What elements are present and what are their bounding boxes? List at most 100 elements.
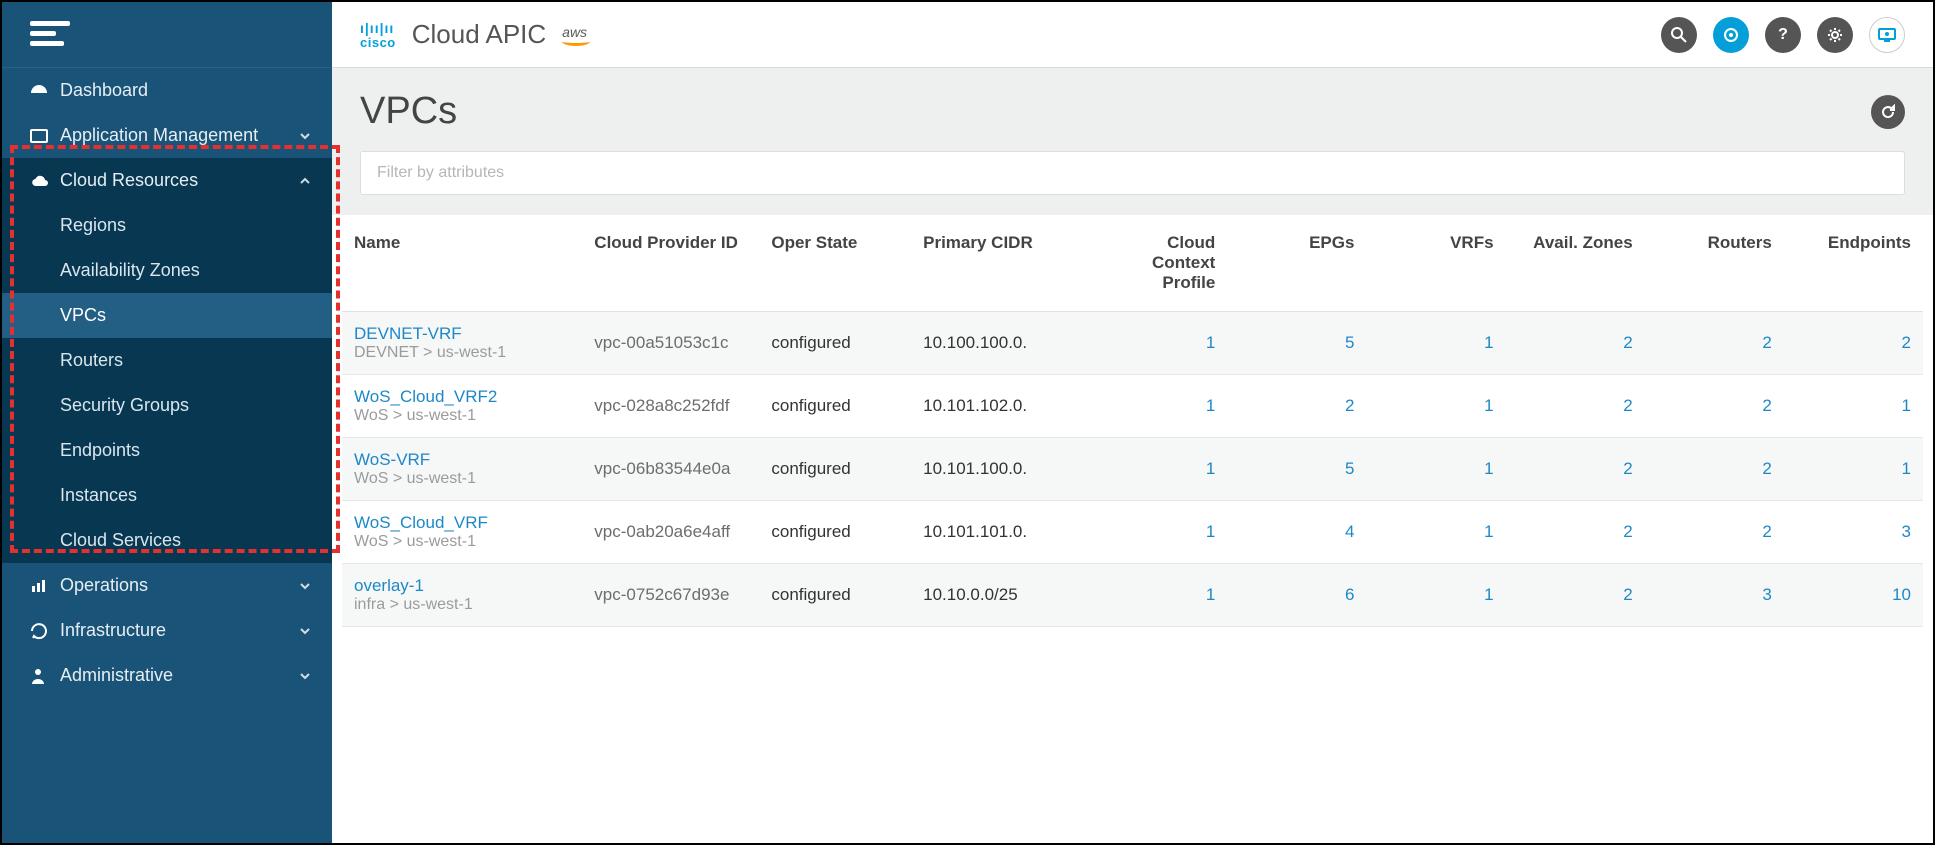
- table-row[interactable]: WoS-VRFWoS > us-west-1vpc-06b83544e0acon…: [342, 438, 1923, 501]
- col-provider-id[interactable]: Cloud Provider ID: [582, 215, 759, 312]
- sidebar-sub-regions[interactable]: Regions: [2, 203, 332, 248]
- sidebar-item-application-management[interactable]: Application Management: [2, 113, 332, 158]
- sidebar-item-label: Cloud Services: [60, 530, 181, 551]
- cell-cloud-ctx[interactable]: 1: [1088, 438, 1227, 501]
- cell-endpoints[interactable]: 3: [1784, 501, 1923, 564]
- cell-zones[interactable]: 2: [1506, 501, 1645, 564]
- cell-oper-state: configured: [759, 438, 911, 501]
- cell-zones[interactable]: 2: [1506, 438, 1645, 501]
- col-oper-state[interactable]: Oper State: [759, 215, 911, 312]
- vpc-name-link[interactable]: DEVNET-VRF: [354, 324, 570, 344]
- cell-epgs[interactable]: 4: [1227, 501, 1366, 564]
- sidebar-sub-instances[interactable]: Instances: [2, 473, 332, 518]
- cell-epgs[interactable]: 2: [1227, 375, 1366, 438]
- cell-zones[interactable]: 2: [1506, 564, 1645, 627]
- aws-tag: aws: [562, 24, 587, 46]
- app-icon: [30, 129, 60, 143]
- sidebar-sub-vpcs[interactable]: VPCs: [2, 293, 332, 338]
- cell-zones[interactable]: 2: [1506, 312, 1645, 375]
- sidebar-sub-security-groups[interactable]: Security Groups: [2, 383, 332, 428]
- col-epgs[interactable]: EPGs: [1227, 215, 1366, 312]
- search-button[interactable]: [1661, 17, 1697, 53]
- cell-oper-state: configured: [759, 312, 911, 375]
- cell-oper-state: configured: [759, 375, 911, 438]
- cell-vrfs[interactable]: 1: [1366, 501, 1505, 564]
- col-cloud-context-profile[interactable]: Cloud Context Profile: [1088, 215, 1227, 312]
- cell-cloud-ctx[interactable]: 1: [1088, 564, 1227, 627]
- sidebar-item-label: Routers: [60, 350, 123, 371]
- sidebar-item-dashboard[interactable]: Dashboard: [2, 68, 332, 113]
- cell-cloud-ctx[interactable]: 1: [1088, 375, 1227, 438]
- cell-routers[interactable]: 2: [1645, 438, 1784, 501]
- cell-zones[interactable]: 2: [1506, 375, 1645, 438]
- cell-endpoints[interactable]: 1: [1784, 375, 1923, 438]
- cell-epgs[interactable]: 5: [1227, 438, 1366, 501]
- cell-primary-cidr: 10.101.102.0.: [911, 375, 1088, 438]
- vpc-name-link[interactable]: WoS_Cloud_VRF2: [354, 387, 570, 407]
- cell-endpoints[interactable]: 10: [1784, 564, 1923, 627]
- table-row[interactable]: WoS_Cloud_VRFWoS > us-west-1 vpc-0ab20a6e…: [342, 501, 1923, 564]
- table-row[interactable]: DEVNET-VRFDEVNET > us-west-1vpc-00a51053…: [342, 312, 1923, 375]
- sidebar-item-label: Regions: [60, 215, 126, 236]
- table-row[interactable]: overlay-1infra > us-west-1vpc-0752c67d93…: [342, 564, 1923, 627]
- settings-button[interactable]: [1817, 17, 1853, 53]
- operations-icon: [30, 579, 60, 593]
- sidebar-sub-availability-zones[interactable]: Availability Zones: [2, 248, 332, 293]
- sidebar-item-administrative[interactable]: Administrative: [2, 653, 332, 698]
- cell-endpoints[interactable]: 1: [1784, 438, 1923, 501]
- cell-epgs[interactable]: 6: [1227, 564, 1366, 627]
- cell-provider-id: vpc-0ab20a6e4aff: [582, 501, 759, 564]
- cell-primary-cidr: 10.10.0.0/25: [911, 564, 1088, 627]
- sidebar-item-cloud-resources[interactable]: Cloud Resources: [2, 158, 332, 203]
- main-area: ı|ıı|ıı cisco Cloud APIC aws ? VPCs: [332, 2, 1933, 843]
- user-button[interactable]: [1869, 17, 1905, 53]
- col-name[interactable]: Name: [342, 215, 582, 312]
- col-routers[interactable]: Routers: [1645, 215, 1784, 312]
- topbar: ı|ıı|ıı cisco Cloud APIC aws ?: [332, 2, 1933, 68]
- cell-epgs[interactable]: 5: [1227, 312, 1366, 375]
- col-endpoints[interactable]: Endpoints: [1784, 215, 1923, 312]
- vpc-table: Name Cloud Provider ID Oper State Primar…: [342, 215, 1923, 627]
- cell-primary-cidr: 10.101.100.0.: [911, 438, 1088, 501]
- sidebar-item-label: Instances: [60, 485, 137, 506]
- sidebar-sub-cloud-services[interactable]: Cloud Services: [2, 518, 332, 563]
- cell-vrfs[interactable]: 1: [1366, 312, 1505, 375]
- refresh-button[interactable]: [1871, 95, 1905, 129]
- sidebar-sub-endpoints[interactable]: Endpoints: [2, 428, 332, 473]
- sidebar-item-operations[interactable]: Operations: [2, 563, 332, 608]
- sidebar-item-infrastructure[interactable]: Infrastructure: [2, 608, 332, 653]
- vpc-name-link[interactable]: overlay-1: [354, 576, 570, 596]
- cell-routers[interactable]: 2: [1645, 312, 1784, 375]
- vpc-name-sub: WoS > us-west-1: [354, 533, 570, 551]
- cell-cloud-ctx[interactable]: 1: [1088, 501, 1227, 564]
- infrastructure-icon: [30, 622, 60, 640]
- cell-routers[interactable]: 2: [1645, 501, 1784, 564]
- table-row[interactable]: WoS_Cloud_VRF2WoS > us-west-1 vpc-028a8c2…: [342, 375, 1923, 438]
- cell-vrfs[interactable]: 1: [1366, 438, 1505, 501]
- cell-provider-id: vpc-028a8c252fdf: [582, 375, 759, 438]
- cell-provider-id: vpc-0752c67d93e: [582, 564, 759, 627]
- sidebar-item-label: Security Groups: [60, 395, 189, 416]
- col-avail-zones[interactable]: Avail. Zones: [1506, 215, 1645, 312]
- refresh-icon: [1880, 104, 1896, 120]
- sidebar-toggle[interactable]: [2, 2, 332, 68]
- cell-cloud-ctx[interactable]: 1: [1088, 312, 1227, 375]
- cell-routers[interactable]: 3: [1645, 564, 1784, 627]
- vpc-name-sub: WoS > us-west-1: [354, 407, 570, 425]
- feedback-button[interactable]: [1713, 17, 1749, 53]
- sidebar-sub-routers[interactable]: Routers: [2, 338, 332, 383]
- vpc-name-link[interactable]: WoS-VRF: [354, 450, 570, 470]
- table-header-row: Name Cloud Provider ID Oper State Primar…: [342, 215, 1923, 312]
- col-primary-cidr[interactable]: Primary CIDR: [911, 215, 1088, 312]
- cell-vrfs[interactable]: 1: [1366, 375, 1505, 438]
- sidebar-item-label: Cloud Resources: [60, 170, 298, 191]
- cell-vrfs[interactable]: 1: [1366, 564, 1505, 627]
- vpc-name-link[interactable]: WoS_Cloud_VRF: [354, 513, 570, 533]
- cell-provider-id: vpc-06b83544e0a: [582, 438, 759, 501]
- help-button[interactable]: ?: [1765, 17, 1801, 53]
- col-vrfs[interactable]: VRFs: [1366, 215, 1505, 312]
- cell-endpoints[interactable]: 2: [1784, 312, 1923, 375]
- hamburger-icon: [30, 21, 70, 49]
- filter-input[interactable]: [360, 151, 1905, 195]
- cell-routers[interactable]: 2: [1645, 375, 1784, 438]
